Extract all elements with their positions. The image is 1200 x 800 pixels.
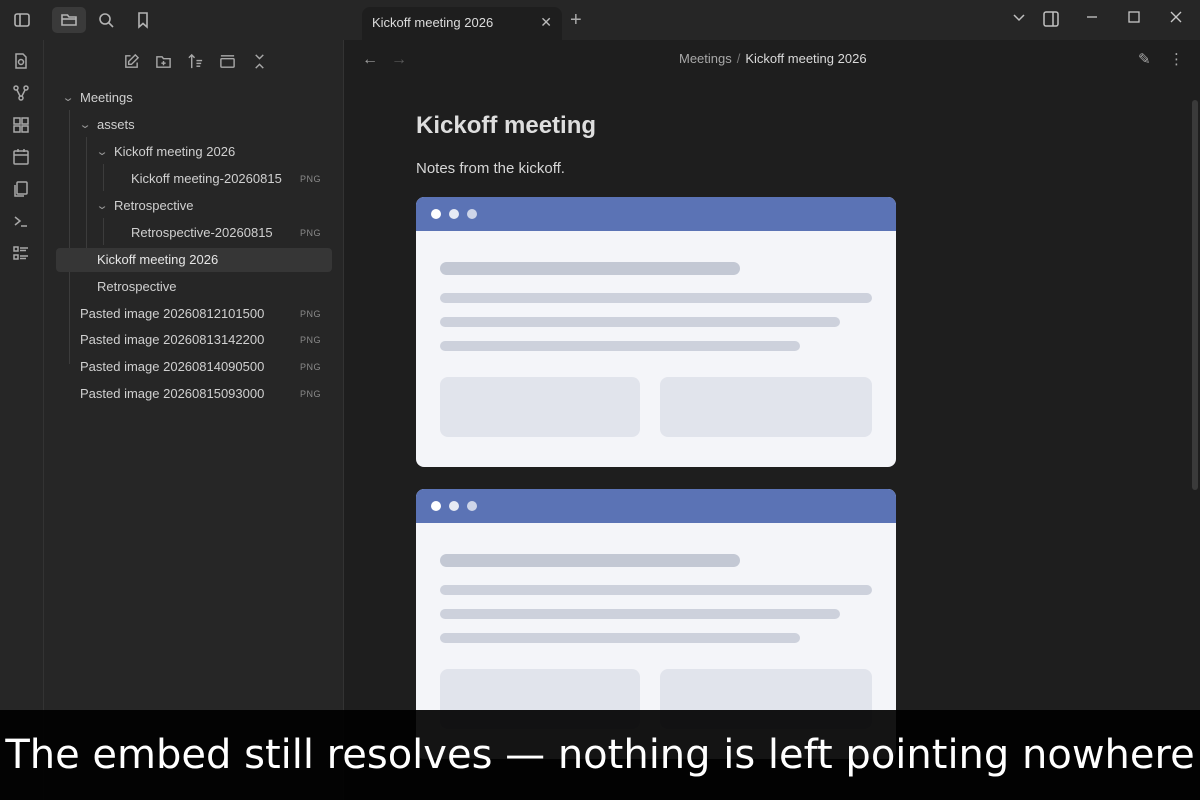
title-bar: Kickoff meeting 2026 ✕ + bbox=[0, 0, 1200, 40]
embed-window-bar bbox=[416, 489, 896, 523]
file-type-badge: PNG bbox=[300, 389, 322, 399]
sort-icon[interactable] bbox=[184, 50, 206, 72]
file-type-badge: PNG bbox=[300, 174, 322, 184]
breadcrumb: Meetings / Kickoff meeting 2026 bbox=[679, 51, 867, 66]
collapse-all-icon[interactable] bbox=[248, 50, 270, 72]
window-dot bbox=[467, 501, 477, 511]
file-type-badge: PNG bbox=[300, 362, 322, 372]
canvas-icon[interactable] bbox=[12, 116, 32, 136]
more-options-icon[interactable]: ⋮ bbox=[1169, 50, 1184, 68]
tree-item-label: Kickoff meeting 2026 bbox=[114, 144, 236, 159]
chevron-down-icon: ⌄ bbox=[61, 92, 75, 104]
placeholder-line bbox=[440, 317, 840, 327]
file-pasted-image-2[interactable]: Pasted image 20260813142200 PNG bbox=[56, 328, 332, 352]
placeholder-line bbox=[440, 609, 840, 619]
chevron-down-icon: ⌄ bbox=[95, 146, 109, 158]
left-ribbon bbox=[0, 40, 44, 800]
tree-item-label: Pasted image 20260812101500 bbox=[80, 306, 265, 321]
tree-guide bbox=[103, 218, 104, 245]
folder-icon[interactable] bbox=[52, 7, 86, 33]
scrollbar[interactable] bbox=[1192, 100, 1198, 490]
breadcrumb-current[interactable]: Kickoff meeting 2026 bbox=[745, 51, 866, 66]
window-dot bbox=[467, 209, 477, 219]
quick-switcher-icon[interactable] bbox=[12, 52, 32, 72]
file-kickoff-meeting-image[interactable]: Kickoff meeting-20260815 PNG bbox=[107, 167, 332, 191]
folder-assets[interactable]: ⌄ assets bbox=[73, 113, 332, 137]
placeholder-heading bbox=[440, 262, 740, 275]
new-note-icon[interactable] bbox=[120, 50, 142, 72]
tree-item-label: Pasted image 20260813142200 bbox=[80, 332, 265, 347]
tree-item-label: Meetings bbox=[80, 90, 133, 105]
file-explorer-actions bbox=[120, 50, 270, 72]
terminal-icon[interactable] bbox=[12, 212, 32, 232]
window-dot bbox=[431, 209, 441, 219]
window-dot bbox=[431, 501, 441, 511]
folder-kickoff-meeting-2026[interactable]: ⌄ Kickoff meeting 2026 bbox=[90, 140, 332, 164]
list-icon[interactable] bbox=[12, 244, 32, 264]
chevron-down-icon: ⌄ bbox=[95, 200, 109, 212]
bookmark-icon[interactable] bbox=[126, 7, 160, 33]
caption-overlay: The embed still resolves — nothing is le… bbox=[0, 710, 1200, 800]
window-dot bbox=[449, 209, 459, 219]
placeholder-line bbox=[440, 293, 872, 303]
note-title: Kickoff meeting bbox=[416, 112, 597, 139]
right-sidebar-toggle-icon[interactable] bbox=[1041, 10, 1061, 34]
file-retrospective-image[interactable]: Retrospective-20260815 PNG bbox=[107, 221, 332, 245]
placeholder-line bbox=[440, 341, 800, 351]
editor-pane: ← → Meetings / Kickoff meeting 2026 ✎ ⋮ Ki… bbox=[345, 40, 1200, 800]
placeholder-card bbox=[660, 377, 872, 437]
placeholder-line bbox=[440, 585, 872, 595]
placeholder-line bbox=[440, 633, 800, 643]
maximize-icon[interactable] bbox=[1124, 10, 1144, 30]
placeholder-heading bbox=[440, 554, 740, 567]
tree-item-label: Kickoff meeting 2026 bbox=[97, 252, 219, 267]
tree-item-label: Pasted image 20260814090500 bbox=[80, 359, 265, 374]
chevron-down-icon: ⌄ bbox=[78, 119, 92, 131]
file-kickoff-meeting-2026[interactable]: Kickoff meeting 2026 bbox=[56, 248, 332, 272]
file-retrospective[interactable]: Retrospective bbox=[56, 275, 332, 299]
calendar-icon[interactable] bbox=[12, 148, 32, 168]
placeholder-card bbox=[440, 377, 640, 437]
folder-meetings[interactable]: ⌄ Meetings bbox=[56, 86, 332, 110]
tree-item-label: Pasted image 20260815093000 bbox=[80, 386, 265, 401]
file-explorer: ⌄ Meetings ⌄ assets ⌄ Kickoff meeting 20… bbox=[44, 40, 344, 800]
embed-window-bar bbox=[416, 197, 896, 231]
search-icon[interactable] bbox=[89, 7, 123, 33]
tree-guide bbox=[103, 164, 104, 191]
file-pasted-image-3[interactable]: Pasted image 20260814090500 PNG bbox=[56, 355, 332, 379]
tab-close-icon[interactable]: ✕ bbox=[540, 14, 552, 31]
file-type-badge: PNG bbox=[300, 309, 322, 319]
breadcrumb-folder[interactable]: Meetings bbox=[679, 51, 732, 66]
new-folder-icon[interactable] bbox=[152, 50, 174, 72]
tree-item-label: Kickoff meeting-20260815 bbox=[131, 171, 282, 186]
tab-list-icon[interactable] bbox=[1009, 10, 1029, 30]
minimize-icon[interactable] bbox=[1082, 10, 1102, 30]
tree-item-label: Retrospective bbox=[114, 198, 194, 213]
tree-item-label: assets bbox=[97, 117, 135, 132]
files-icon[interactable] bbox=[12, 180, 32, 200]
file-type-badge: PNG bbox=[300, 228, 322, 238]
window-dot bbox=[449, 501, 459, 511]
tree-item-label: Retrospective-20260815 bbox=[131, 225, 273, 240]
tab-title: Kickoff meeting 2026 bbox=[372, 15, 494, 30]
file-pasted-image-4[interactable]: Pasted image 20260815093000 PNG bbox=[56, 382, 332, 406]
file-type-badge: PNG bbox=[300, 335, 322, 345]
new-tab-button[interactable]: + bbox=[570, 9, 582, 31]
file-pasted-image-1[interactable]: Pasted image 20260812101500 PNG bbox=[56, 302, 332, 326]
caption-text: The embed still resolves — nothing is le… bbox=[5, 732, 1195, 778]
forward-arrow-icon[interactable]: → bbox=[391, 51, 407, 69]
edit-icon[interactable]: ✎ bbox=[1138, 50, 1151, 68]
sidebar-toggle-icon[interactable] bbox=[5, 7, 39, 33]
collapse-view-icon[interactable] bbox=[216, 50, 238, 72]
tree-item-label: Retrospective bbox=[97, 279, 177, 294]
tab-kickoff-meeting[interactable]: Kickoff meeting 2026 ✕ bbox=[362, 7, 562, 40]
graph-icon[interactable] bbox=[12, 84, 32, 104]
close-window-icon[interactable] bbox=[1166, 10, 1186, 30]
note-paragraph: Notes from the kickoff. bbox=[416, 160, 565, 177]
folder-retrospective[interactable]: ⌄ Retrospective bbox=[90, 194, 332, 218]
breadcrumb-separator: / bbox=[736, 51, 741, 66]
back-arrow-icon[interactable]: ← bbox=[362, 51, 378, 69]
embedded-image[interactable] bbox=[416, 197, 896, 467]
